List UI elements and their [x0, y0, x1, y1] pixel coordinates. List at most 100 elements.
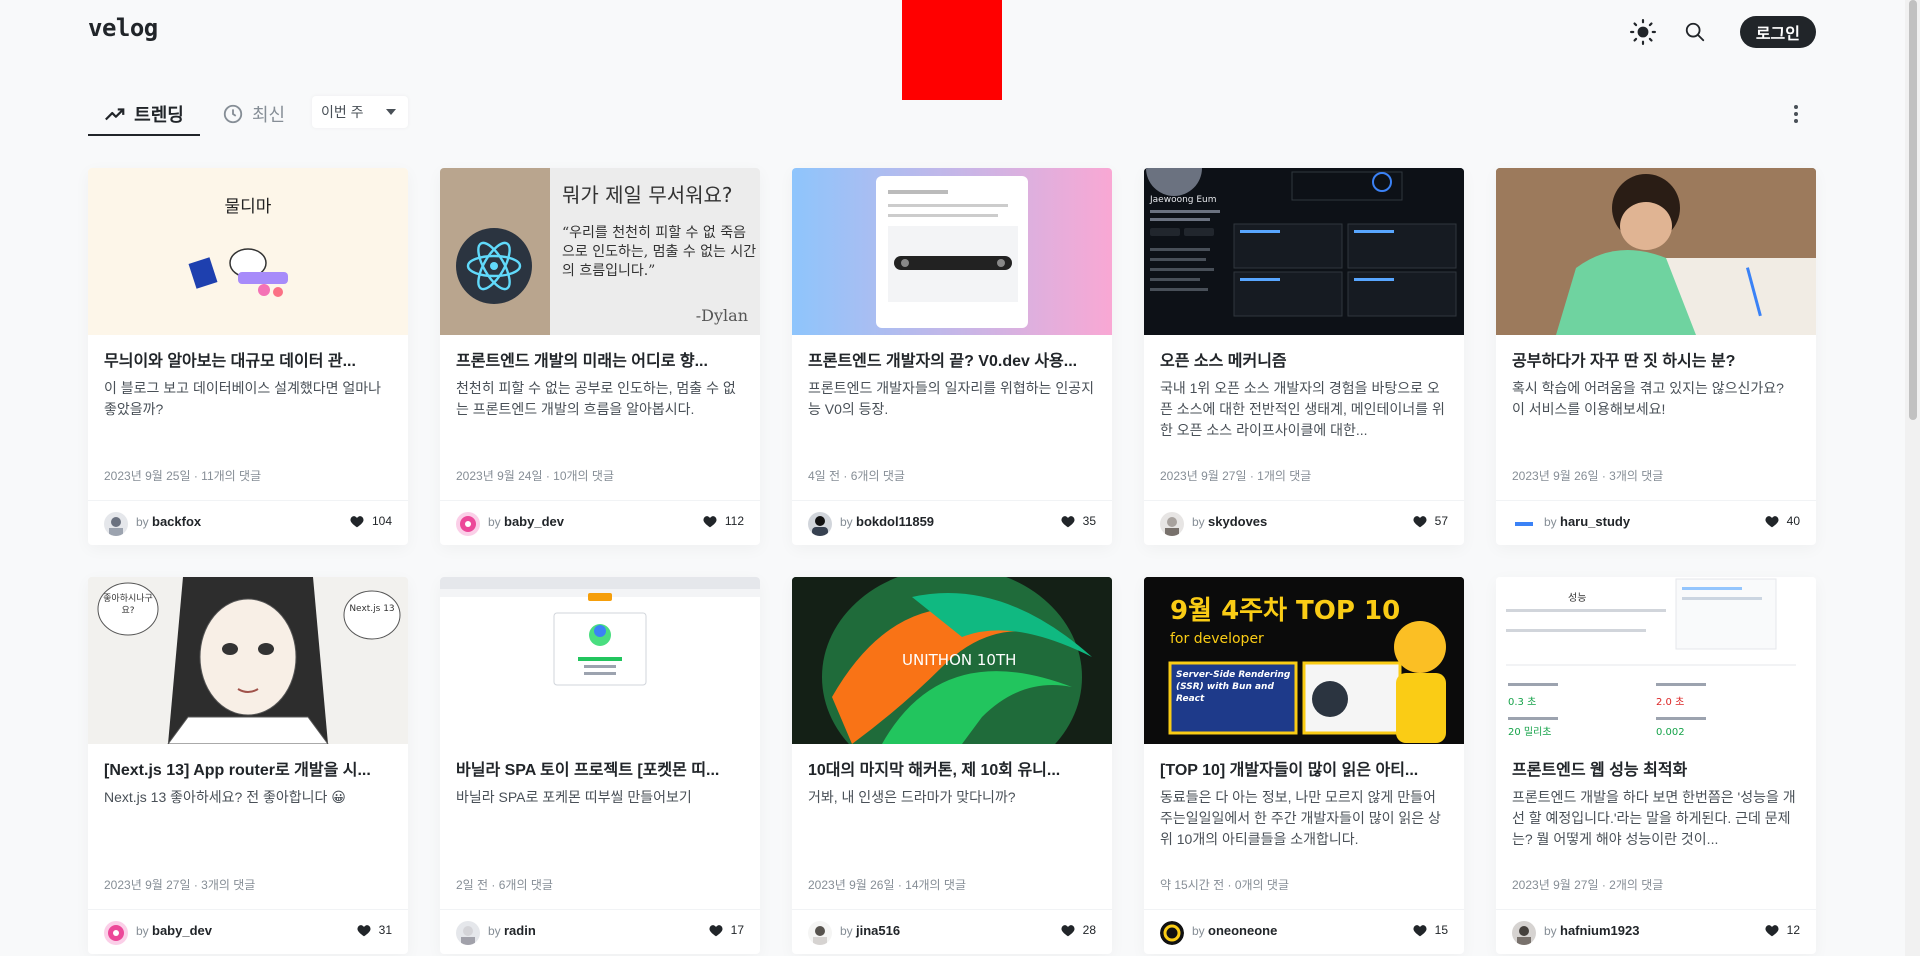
post-footer: by baby_dev 112 [440, 500, 760, 545]
by-label: by [488, 924, 501, 938]
thumbnail-title-text: UNITHON 10TH [902, 651, 1016, 669]
like-count: 40 [1765, 514, 1800, 528]
post-card[interactable]: 9월 4주차 TOP 10 for developer Server-Side … [1144, 577, 1464, 954]
author-name[interactable]: baby_dev [504, 514, 564, 529]
trending-icon [105, 108, 125, 121]
post-thumbnail: UNITHON 10TH [792, 577, 1112, 744]
avatar[interactable] [1160, 512, 1184, 536]
avatar[interactable] [808, 921, 832, 945]
by-label: by [1544, 515, 1557, 529]
thumbnail-article-text: Server-Side Rendering (SSR) with Bun and… [1176, 670, 1291, 704]
thumbnail-subtitle-text: for developer [1170, 631, 1264, 647]
header: velog 로그인 [88, 0, 1816, 100]
post-title[interactable]: 공부하다가 자꾸 딴 짓 하시는 분? [1512, 350, 1800, 374]
heart-icon [1413, 515, 1427, 527]
post-description: 천천히 피할 수 없는 공부로 인도하는, 멈출 수 없는 프론트엔드 개발의 … [456, 380, 736, 417]
post-footer: by haru_study 40 [1496, 500, 1816, 545]
sun-icon[interactable] [1626, 15, 1660, 49]
tab-trending[interactable]: 트렌딩 [88, 92, 200, 136]
post-footer: by baby_dev 31 [88, 909, 408, 954]
post-card[interactable]: 바닐라 SPA 토이 프로젝트 [포켓몬 띠... 바닐라 SPA로 포케몬 띠… [440, 577, 760, 954]
thumbnail-quote: “우리를 천천히 피할 수 없 죽음으로 인도하는, 멈출 수 없는 시간의 흐… [562, 225, 757, 279]
post-thumbnail [1496, 168, 1816, 335]
post-card[interactable]: UNITHON 10TH 10대의 마지막 해커톤, 제 10회 유니... 거… [792, 577, 1112, 954]
post-description: 거봐, 내 인생은 드라마가 맞다니까? [808, 789, 1016, 805]
author-name[interactable]: bokdol11859 [856, 514, 934, 529]
login-button[interactable]: 로그인 [1739, 16, 1816, 48]
like-count-value: 12 [1786, 923, 1800, 937]
post-title[interactable]: 바닐라 SPA 토이 프로젝트 [포켓몬 띠... [456, 759, 744, 783]
post-title[interactable]: 프론트엔드 웹 성능 최적화 [1512, 759, 1800, 783]
post-title[interactable]: 10대의 마지막 해커톤, 제 10회 유니... [808, 759, 1096, 783]
clock-icon [223, 104, 243, 124]
like-count: 28 [1061, 923, 1096, 937]
post-card[interactable]: 물디마 무늬이와 알아보는 대규모 데이터 관... 이 블로그 보고 데이터베… [88, 168, 408, 545]
author-name[interactable]: hafnium1923 [1560, 923, 1639, 938]
post-meta: 2023년 9월 25일 · 11개의 댓글 [104, 469, 262, 483]
search-icon[interactable] [1678, 15, 1712, 49]
author-name[interactable]: backfox [152, 514, 201, 529]
post-title[interactable]: 무늬이와 알아보는 대규모 데이터 관... [104, 350, 392, 374]
post-thumbnail: 좋아하시나구요? Next.js 13 [88, 577, 408, 744]
post-card[interactable]: 프론트엔드 개발자의 끝? V0.dev 사용... 프론트엔드 개발자들의 일… [792, 168, 1112, 545]
avatar[interactable] [808, 512, 832, 536]
avatar[interactable] [104, 921, 128, 945]
post-card[interactable]: Jaewoong Eum 오픈 소스 메커니즘 국내 1위 오픈 소스 개발자의… [1144, 168, 1464, 545]
post-title[interactable]: 프론트엔드 개발의 미래는 어디로 향... [456, 350, 744, 374]
avatar[interactable] [1160, 921, 1184, 945]
by-label: by [840, 924, 853, 938]
post-meta: 약 15시간 전 · 0개의 댓글 [1160, 878, 1290, 892]
post-thumbnail: 물디마 [88, 168, 408, 335]
author-name[interactable]: jina516 [856, 923, 900, 938]
like-count-value: 31 [378, 923, 392, 937]
avatar[interactable] [1512, 512, 1536, 536]
author-name[interactable]: skydoves [1208, 514, 1267, 529]
post-title[interactable]: 프론트엔드 개발자의 끝? V0.dev 사용... [808, 350, 1096, 374]
post-title[interactable]: [Next.js 13] App router로 개발을 시... [104, 759, 392, 783]
thumbnail-metric-tbt: 20 밀리초 [1508, 726, 1552, 738]
author-name[interactable]: oneoneone [1208, 923, 1277, 938]
tab-recent[interactable]: 최신 [222, 92, 312, 136]
post-meta: 2023년 9월 24일 · 10개의 댓글 [456, 469, 615, 483]
post-footer: by backfox 104 [88, 500, 408, 545]
red-overlay-block [902, 0, 1002, 100]
by-label: by [488, 515, 501, 529]
post-card[interactable]: 공부하다가 자꾸 딴 짓 하시는 분? 혹시 학습에 어려움을 겪고 있지는 않… [1496, 168, 1816, 545]
post-footer: by skydoves 57 [1144, 500, 1464, 545]
post-footer: by radin 17 [440, 909, 760, 954]
heart-icon [350, 515, 364, 527]
tab-trending-label: 트렌딩 [134, 105, 184, 125]
avatar[interactable] [456, 921, 480, 945]
chevron-down-icon [386, 109, 396, 115]
period-select[interactable]: 이번 주 [312, 96, 408, 128]
post-title[interactable]: 오픈 소스 메커니즘 [1160, 350, 1448, 374]
post-footer: by bokdol11859 35 [792, 500, 1112, 545]
avatar[interactable] [104, 512, 128, 536]
author-name[interactable]: baby_dev [152, 923, 212, 938]
post-card[interactable]: 뭐가 제일 무서워요? “우리를 천천히 피할 수 없 죽음으로 인도하는, 멈… [440, 168, 760, 545]
like-count-value: 15 [1434, 923, 1448, 937]
avatar[interactable] [456, 512, 480, 536]
author-name[interactable]: radin [504, 923, 536, 938]
by-label: by [840, 515, 853, 529]
post-meta: 2일 전 · 6개의 댓글 [456, 878, 553, 892]
post-description: 이 블로그 보고 데이터베이스 설계했다면 얼마나 좋았을까? [104, 380, 382, 417]
like-count-value: 28 [1082, 923, 1096, 937]
post-meta: 2023년 9월 27일 · 1개의 댓글 [1160, 469, 1312, 483]
by-label: by [1192, 515, 1205, 529]
author-name[interactable]: haru_study [1560, 514, 1630, 529]
thumbnail-title-text: 성능 [1568, 592, 1586, 604]
post-title[interactable]: [TOP 10] 개발자들이 많이 읽은 아티... [1160, 759, 1448, 783]
thumbnail-bubble-left: 좋아하시나구요? [103, 594, 153, 616]
scrollbar-thumb[interactable] [1909, 0, 1917, 420]
post-meta: 2023년 9월 27일 · 2개의 댓글 [1512, 878, 1664, 892]
post-card[interactable]: 좋아하시나구요? Next.js 13 [Next.js 13] App rou… [88, 577, 408, 954]
heart-icon [1765, 515, 1779, 527]
avatar[interactable] [1512, 921, 1536, 945]
more-options-icon[interactable] [1784, 102, 1808, 131]
thumbnail-title-text: 뭐가 제일 무서워요? [562, 183, 733, 207]
post-card[interactable]: 성능 0.3 초 2.0 초 20 밀리초 0.002 프론트엔드 웹 성능 최… [1496, 577, 1816, 954]
page-scrollbar[interactable] [1905, 0, 1920, 956]
heart-icon [1061, 515, 1075, 527]
logo[interactable]: velog [88, 14, 158, 42]
